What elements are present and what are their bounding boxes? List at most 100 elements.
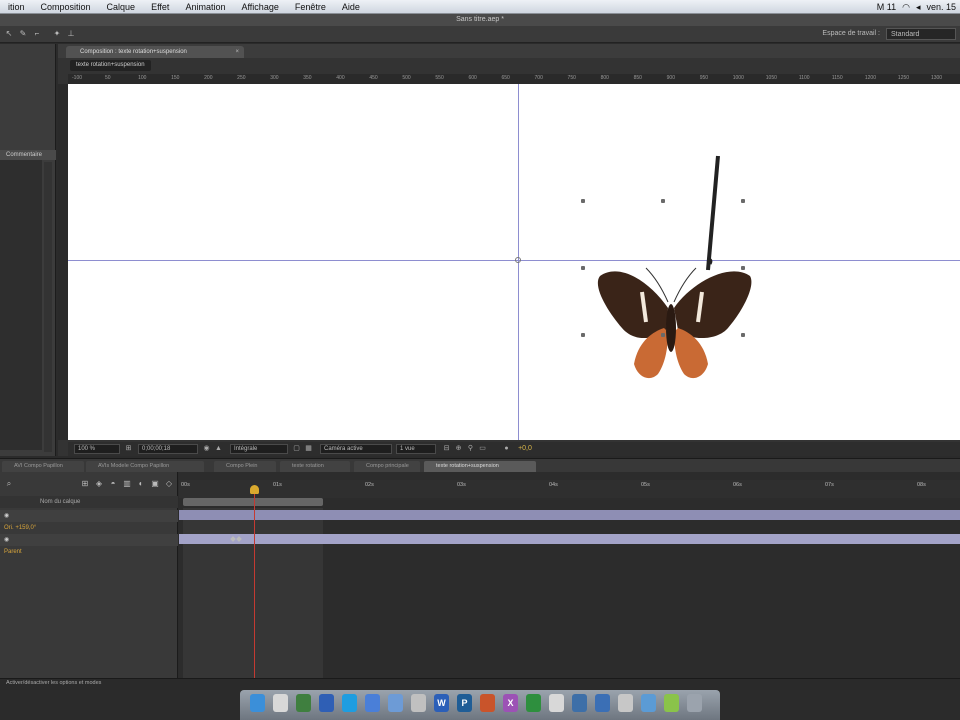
tab-timeline-1[interactable]: AVIs Modele Compo Papillon — [86, 461, 204, 472]
selection-tool-icon[interactable]: ↖ — [4, 29, 14, 39]
brush-tool-icon[interactable]: ⌐ — [32, 29, 42, 39]
layer-duration-bar[interactable] — [179, 510, 960, 520]
anchor-point-icon[interactable] — [515, 257, 521, 263]
timeline-icon[interactable]: ▭ — [478, 444, 487, 454]
trash-icon[interactable] — [687, 694, 702, 712]
tab-composition[interactable]: Composition : texte rotation+suspension … — [66, 46, 244, 58]
clock[interactable]: ven. 15 — [926, 2, 956, 12]
wifi-icon[interactable]: ◠ — [902, 2, 910, 13]
transparency-grid-icon[interactable]: ▦ — [304, 444, 313, 454]
status-menu[interactable]: M 11 — [877, 2, 896, 12]
preview-icon[interactable] — [595, 694, 610, 712]
dvd-icon[interactable] — [572, 694, 587, 712]
excel-icon[interactable]: X — [503, 694, 518, 712]
powerpoint-icon[interactable] — [480, 694, 495, 712]
pin-tool-icon[interactable]: ⊥ — [66, 29, 76, 39]
messenger-icon[interactable] — [664, 694, 679, 712]
views-select[interactable]: 1 vue — [396, 444, 436, 454]
menu-item-effet[interactable]: Effet — [143, 2, 177, 12]
word-icon[interactable]: W — [434, 694, 449, 712]
reset-exposure-icon[interactable]: ⊕ — [454, 444, 463, 454]
eye-icon[interactable]: ◉ — [4, 537, 9, 543]
transform-handle[interactable] — [741, 333, 745, 337]
breadcrumb[interactable]: texte rotation+suspension — [70, 60, 151, 71]
menu-item-fenetre[interactable]: Fenêtre — [287, 2, 334, 12]
compass-icon[interactable] — [273, 694, 288, 712]
flowchart-icon[interactable]: ● — [502, 444, 511, 454]
layer-row[interactable]: ◉ — [0, 534, 178, 546]
draft-3d-icon[interactable]: ◈ — [94, 479, 104, 489]
pen-tool-icon[interactable]: ✎ — [18, 29, 28, 39]
calendar-icon[interactable] — [526, 694, 541, 712]
itunes-icon[interactable] — [365, 694, 380, 712]
transform-handle[interactable] — [581, 266, 585, 270]
panel-scrollbar[interactable] — [44, 162, 52, 452]
mail-icon[interactable] — [411, 694, 426, 712]
rotation-value[interactable]: Ori. +159,0° — [4, 525, 36, 531]
butterfly-layer[interactable] — [580, 152, 760, 392]
timecode-display[interactable]: 0;00;00;18 — [138, 444, 198, 454]
exposure-value[interactable]: +0,0 — [514, 444, 536, 454]
transform-handle[interactable] — [741, 199, 745, 203]
rotation-property[interactable]: Ori. +159,0° — [0, 522, 178, 534]
menu-item-calque[interactable]: Calque — [99, 2, 144, 12]
timeline-tracks[interactable]: 00s 01s 02s 03s 04s 05s 06s 07s 08s — [179, 472, 960, 678]
camera-select[interactable]: Caméra active — [320, 444, 392, 454]
menu-item-affichage[interactable]: Affichage — [233, 2, 286, 12]
menu-item-ition[interactable]: ition — [0, 2, 33, 12]
search-icon[interactable]: ⌕ — [4, 479, 14, 489]
workspace-select[interactable]: Standard — [886, 28, 956, 40]
layer-name-header[interactable]: Nom du calque — [40, 499, 80, 505]
tab-timeline-3[interactable]: texte rotation — [280, 461, 350, 472]
menu-item-aide[interactable]: Aide — [334, 2, 368, 12]
graph-editor-icon[interactable]: ▣ — [150, 479, 160, 489]
volume-icon[interactable]: ◂ — [916, 2, 921, 13]
region-of-interest-icon[interactable]: ▢ — [292, 444, 301, 454]
current-time-indicator[interactable] — [254, 486, 255, 678]
menu-item-composition[interactable]: Composition — [33, 2, 99, 12]
system-prefs-icon[interactable] — [618, 694, 633, 712]
camera-snapshot-icon[interactable]: ◉ — [202, 444, 211, 454]
puppet-tool-icon[interactable]: ✦ — [52, 29, 62, 39]
transform-handle[interactable] — [581, 333, 585, 337]
keyframe-icon[interactable]: ◇ — [164, 479, 174, 489]
finder-icon[interactable] — [250, 694, 265, 712]
time-ruler[interactable]: 00s 01s 02s 03s 04s 05s 06s 07s 08s — [179, 480, 960, 498]
close-icon[interactable]: × — [235, 46, 239, 58]
tab-timeline-2[interactable]: Compo Plein — [214, 461, 276, 472]
iphoto-icon[interactable] — [549, 694, 564, 712]
toggle-pixel-icon[interactable]: ⊟ — [442, 444, 451, 454]
transform-handle[interactable] — [581, 199, 585, 203]
tab-timeline-0[interactable]: AVI Compo Papillon — [2, 461, 84, 472]
resolution-select[interactable]: Intégrale — [230, 444, 288, 454]
tab-timeline-5[interactable]: texte rotation+suspension — [424, 461, 536, 472]
menu-item-animation[interactable]: Animation — [177, 2, 233, 12]
layer-row[interactable]: ◉ — [0, 510, 178, 522]
fast-preview-icon[interactable]: ⚲ — [466, 444, 475, 454]
horizontal-guide[interactable] — [68, 260, 960, 261]
frame-blend-icon[interactable]: ▥ — [122, 479, 132, 489]
zoom-select[interactable]: 100 % — [74, 444, 120, 454]
tab-timeline-4[interactable]: Compo principale — [354, 461, 420, 472]
toggle-switches-modes[interactable]: Activer/désactiver les options et modes — [6, 680, 101, 686]
transform-handle[interactable] — [661, 333, 665, 337]
sheet-icon[interactable] — [319, 694, 334, 712]
composition-canvas[interactable] — [68, 84, 960, 440]
current-time-head[interactable] — [250, 485, 259, 494]
eye-icon[interactable]: ◉ — [4, 513, 9, 519]
work-area-bar[interactable] — [183, 498, 323, 506]
parent-property[interactable]: Parent — [0, 546, 178, 558]
layer-duration-bar[interactable] — [179, 534, 960, 544]
color-channel-icon[interactable]: ▲ — [214, 444, 223, 454]
ical-icon[interactable] — [388, 694, 403, 712]
photoshop-icon[interactable]: P — [457, 694, 472, 712]
transform-handle[interactable] — [661, 199, 665, 203]
grid-icon[interactable]: ⊞ — [124, 444, 133, 454]
shy-icon[interactable]: ◓ — [108, 479, 118, 489]
composition-mini-icon[interactable]: ⊞ — [80, 479, 90, 489]
photo-icon[interactable] — [296, 694, 311, 712]
panel-header-commentaire[interactable]: Commentaire — [0, 150, 56, 160]
quicktime-icon[interactable] — [641, 694, 656, 712]
skype-icon[interactable] — [342, 694, 357, 712]
transform-handle[interactable] — [741, 266, 745, 270]
